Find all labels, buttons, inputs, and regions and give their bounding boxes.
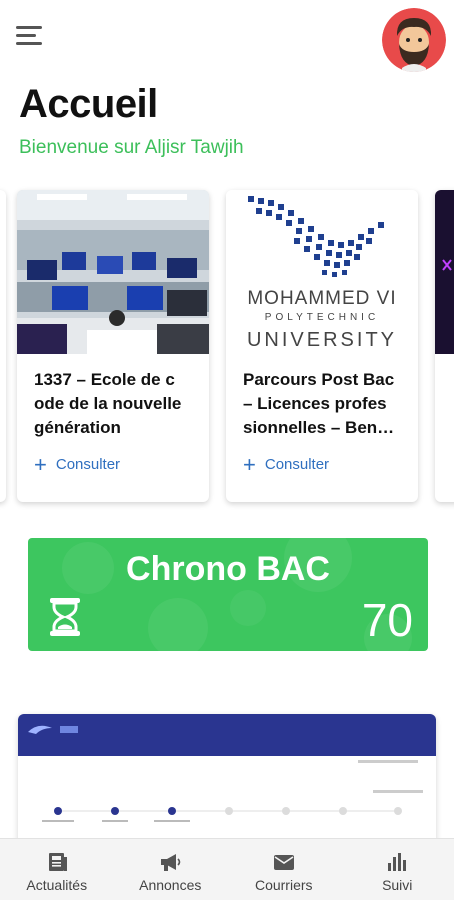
platform-preview-banner[interactable]: [18, 714, 436, 854]
consulter-button[interactable]: + Consulter: [34, 451, 121, 477]
card-image-computer-lab: [17, 190, 209, 354]
card-post-bac[interactable]: MOHAMMED VI POLYTECHNIC UNIVERSITY Parco…: [226, 190, 418, 502]
nav-label: Courriers: [254, 877, 313, 893]
chrono-title: Chrono BAC: [126, 550, 330, 588]
nav-annonces[interactable]: Annonces: [114, 839, 228, 900]
card-carousel[interactable]: 1337 – Ecole de c ode de la nouvelle gén…: [0, 180, 454, 510]
nav-label: Suivi: [382, 877, 413, 893]
plus-icon: +: [34, 451, 47, 477]
card-title: 1337 – Ecole de c ode de la nouvelle gén…: [34, 370, 182, 437]
card-partial-right[interactable]: [435, 190, 454, 502]
nav-label: Actualités: [26, 877, 88, 893]
bar-chart-icon: [388, 853, 407, 871]
nav-label: Annonces: [139, 877, 202, 893]
menu-icon[interactable]: [16, 26, 46, 50]
consulter-button[interactable]: + Consulter: [243, 451, 330, 477]
top-bar: [0, 0, 454, 72]
consulter-label: Consulter: [264, 456, 330, 473]
avatar[interactable]: [382, 8, 446, 72]
banner-logo-icon: [28, 725, 78, 734]
plus-icon: +: [243, 451, 256, 477]
logo-line1: MOHAMMED VI: [247, 288, 396, 309]
nav-actualites[interactable]: Actualités: [0, 839, 114, 900]
card-title: Parcours Post Bac – Licences profes sion…: [243, 370, 395, 437]
envelope-icon: [273, 855, 294, 870]
logo-line3: UNIVERSITY: [247, 329, 397, 351]
consulter-label: Consulter: [55, 456, 121, 473]
bottom-navigation: Actualités Annonces Courriers Suivi: [0, 838, 454, 900]
nav-suivi[interactable]: Suivi: [341, 839, 454, 900]
logo-line2: POLYTECHNIC: [265, 312, 379, 323]
nav-courriers[interactable]: Courriers: [227, 839, 341, 900]
hourglass-icon: [48, 596, 82, 643]
chrono-countdown: 70: [361, 594, 413, 646]
card-partial-left[interactable]: [0, 190, 6, 502]
banner-header: [18, 714, 436, 756]
page-subtitle: Bienvenue sur Aljisr Tawjih: [19, 137, 244, 158]
card-image-partial: [435, 190, 454, 354]
chrono-bac-card[interactable]: Chrono BAC 70: [28, 538, 428, 651]
card-1337[interactable]: 1337 – Ecole de c ode de la nouvelle gén…: [17, 190, 209, 502]
page-title: Accueil: [19, 82, 158, 126]
newspaper-icon: [48, 853, 67, 871]
megaphone-icon: [161, 854, 181, 871]
card-image-university-logo: MOHAMMED VI POLYTECHNIC UNIVERSITY: [226, 190, 418, 354]
